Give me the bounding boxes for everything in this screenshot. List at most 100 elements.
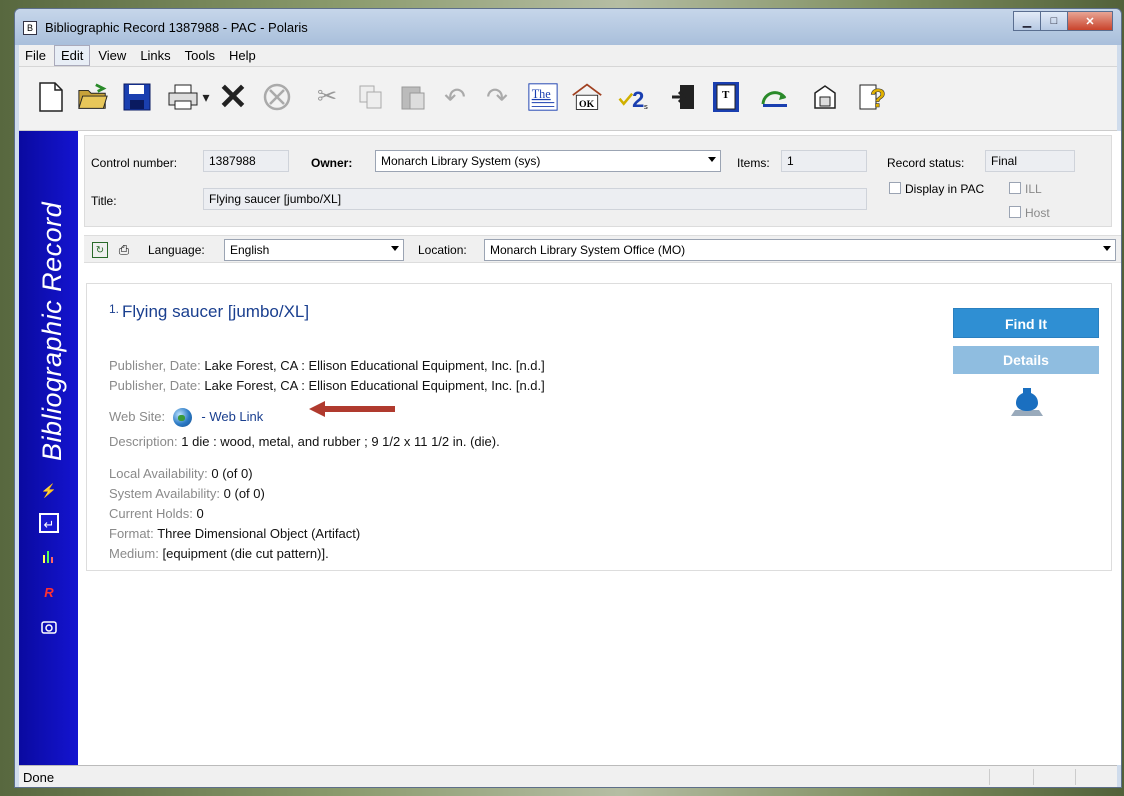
system-availability-key: System Availability: <box>109 486 221 501</box>
publisher-value: Lake Forest, CA : Ellison Educational Eq… <box>204 358 545 373</box>
language-dropdown[interactable]: English <box>224 239 404 261</box>
print-icon[interactable] <box>167 79 199 115</box>
menu-tools[interactable]: Tools <box>179 46 221 65</box>
system-availability-value: 0 (of 0) <box>223 486 265 501</box>
menu-file[interactable]: File <box>19 46 52 65</box>
camera-icon[interactable] <box>39 619 59 639</box>
new-document-icon[interactable] <box>35 79 67 115</box>
bar-chart-icon[interactable] <box>39 549 59 569</box>
title-field: Flying saucer [jumbo/XL] <box>203 188 867 210</box>
thesaurus-icon[interactable]: The <box>527 79 559 115</box>
record-card: 1. Flying saucer [jumbo/XL] Publisher, Da… <box>86 283 1112 571</box>
status-text: Done <box>23 770 55 785</box>
format-key: Format: <box>109 526 154 541</box>
chevron-down-icon <box>708 157 716 162</box>
title-bar[interactable]: B Bibliographic Record 1387988 - PAC - P… <box>15 9 1121 45</box>
record-number: 1. <box>109 302 120 316</box>
copy-icon[interactable] <box>355 79 387 115</box>
menu-links[interactable]: Links <box>134 46 176 65</box>
record-status-label: Record status: <box>887 156 965 170</box>
website-row: Web Site: - Web Link <box>109 408 263 427</box>
redo-icon[interactable]: ↷ <box>481 79 513 115</box>
control-number-label: Control number: <box>91 156 178 170</box>
format-value: Three Dimensional Object (Artifact) <box>157 526 361 541</box>
filter-bar: ↻ ⎙ Language: English Location: Monarch … <box>84 235 1121 263</box>
cut-icon[interactable]: ✂ <box>311 79 343 115</box>
record-icon[interactable]: ↵ <box>39 513 59 533</box>
owner-dropdown[interactable]: Monarch Library System (sys) <box>375 150 721 172</box>
app-window: B Bibliographic Record 1387988 - PAC - P… <box>14 8 1122 788</box>
medium-value: [equipment (die cut pattern)]. <box>162 546 329 561</box>
print-dropdown-icon[interactable]: ▾ <box>199 79 213 115</box>
svg-text:2: 2 <box>632 87 644 112</box>
undo-icon[interactable]: ↶ <box>439 79 471 115</box>
description-key: Description: <box>109 434 178 449</box>
globe-icon[interactable] <box>172 408 192 427</box>
rz-icon[interactable]: R <box>39 583 59 603</box>
svg-text:?: ? <box>870 83 886 113</box>
web-link[interactable]: - Web Link <box>201 409 263 424</box>
format-row: Format: Three Dimensional Object (Artifa… <box>109 526 360 541</box>
menu-help[interactable]: Help <box>223 46 262 65</box>
svg-text:s: s <box>644 102 648 111</box>
ill-checkbox[interactable] <box>1009 182 1021 194</box>
location-dropdown[interactable]: Monarch Library System Office (MO) <box>484 239 1116 261</box>
language-label: Language: <box>148 243 205 257</box>
main-content: Control number: 1387988 Owner: Monarch L… <box>78 131 1121 765</box>
local-availability-row: Local Availability: 0 (of 0) <box>109 466 253 481</box>
host-checkbox[interactable] <box>1009 206 1021 218</box>
close-button[interactable]: ✕ <box>1067 11 1113 31</box>
find-it-button[interactable]: Find It <box>953 308 1099 338</box>
chevron-down-icon <box>391 246 399 251</box>
ill-label: ILL <box>1025 182 1042 196</box>
menu-bar: File Edit View Links Tools Help <box>19 45 1117 67</box>
menu-view[interactable]: View <box>92 46 132 65</box>
open-folder-icon[interactable] <box>77 79 109 115</box>
details-button[interactable]: Details <box>953 346 1099 374</box>
delete-icon[interactable]: ✕ <box>217 79 249 115</box>
fix-ok-icon[interactable]: OK <box>571 79 603 115</box>
record-header: Control number: 1387988 Owner: Monarch L… <box>84 135 1112 227</box>
window-title: Bibliographic Record 1387988 - PAC - Pol… <box>45 20 308 35</box>
status-bar: Done <box>19 765 1117 787</box>
properties-icon[interactable] <box>809 79 841 115</box>
description-row: Description: 1 die : wood, metal, and ru… <box>109 434 500 449</box>
svg-text:OK: OK <box>579 99 595 110</box>
export-icon[interactable] <box>669 79 701 115</box>
medium-key: Medium: <box>109 546 159 561</box>
current-holds-row: Current Holds: 0 <box>109 506 204 521</box>
print-small-icon[interactable]: ⎙ <box>116 242 132 258</box>
status-divider <box>989 769 990 785</box>
local-availability-key: Local Availability: <box>109 466 208 481</box>
spell-check-icon[interactable]: 2s <box>617 79 649 115</box>
record-status-field: Final <box>985 150 1075 172</box>
red-arrow-annotation <box>309 401 395 417</box>
host-label: Host <box>1025 206 1050 220</box>
system-availability-row: System Availability: 0 (of 0) <box>109 486 265 501</box>
publisher-value: Lake Forest, CA : Ellison Educational Eq… <box>204 378 545 393</box>
save-icon[interactable] <box>121 79 153 115</box>
title-label: Title: <box>91 194 117 208</box>
spark-icon[interactable]: ⚡ <box>39 481 59 501</box>
display-in-pac-label: Display in PAC <box>905 182 985 196</box>
current-holds-key: Current Holds: <box>109 506 193 521</box>
menu-edit[interactable]: Edit <box>53 45 91 66</box>
help-icon[interactable]: ? <box>857 79 889 115</box>
cancel-icon[interactable] <box>261 79 293 115</box>
refresh-icon[interactable] <box>759 79 791 115</box>
record-title-text: Flying saucer [jumbo/XL] <box>122 302 310 321</box>
owner-value: Monarch Library System (sys) <box>381 154 541 168</box>
minimize-button[interactable]: ▁ <box>1013 11 1041 31</box>
publisher-key: Publisher, Date: <box>109 378 201 393</box>
svg-text:The: The <box>532 87 551 101</box>
refresh-small-icon[interactable]: ↻ <box>92 242 108 258</box>
location-value: Monarch Library System Office (MO) <box>490 243 686 257</box>
maximize-button[interactable]: □ <box>1040 11 1068 31</box>
status-divider <box>1033 769 1034 785</box>
paste-icon[interactable] <box>397 79 429 115</box>
record-title[interactable]: 1. Flying saucer [jumbo/XL] <box>109 302 309 322</box>
display-in-pac-checkbox[interactable] <box>889 182 901 194</box>
publisher-row-1: Publisher, Date: Lake Forest, CA : Ellis… <box>109 358 545 373</box>
artifact-icon <box>1011 388 1043 416</box>
tag-view-icon[interactable]: T <box>711 79 743 115</box>
